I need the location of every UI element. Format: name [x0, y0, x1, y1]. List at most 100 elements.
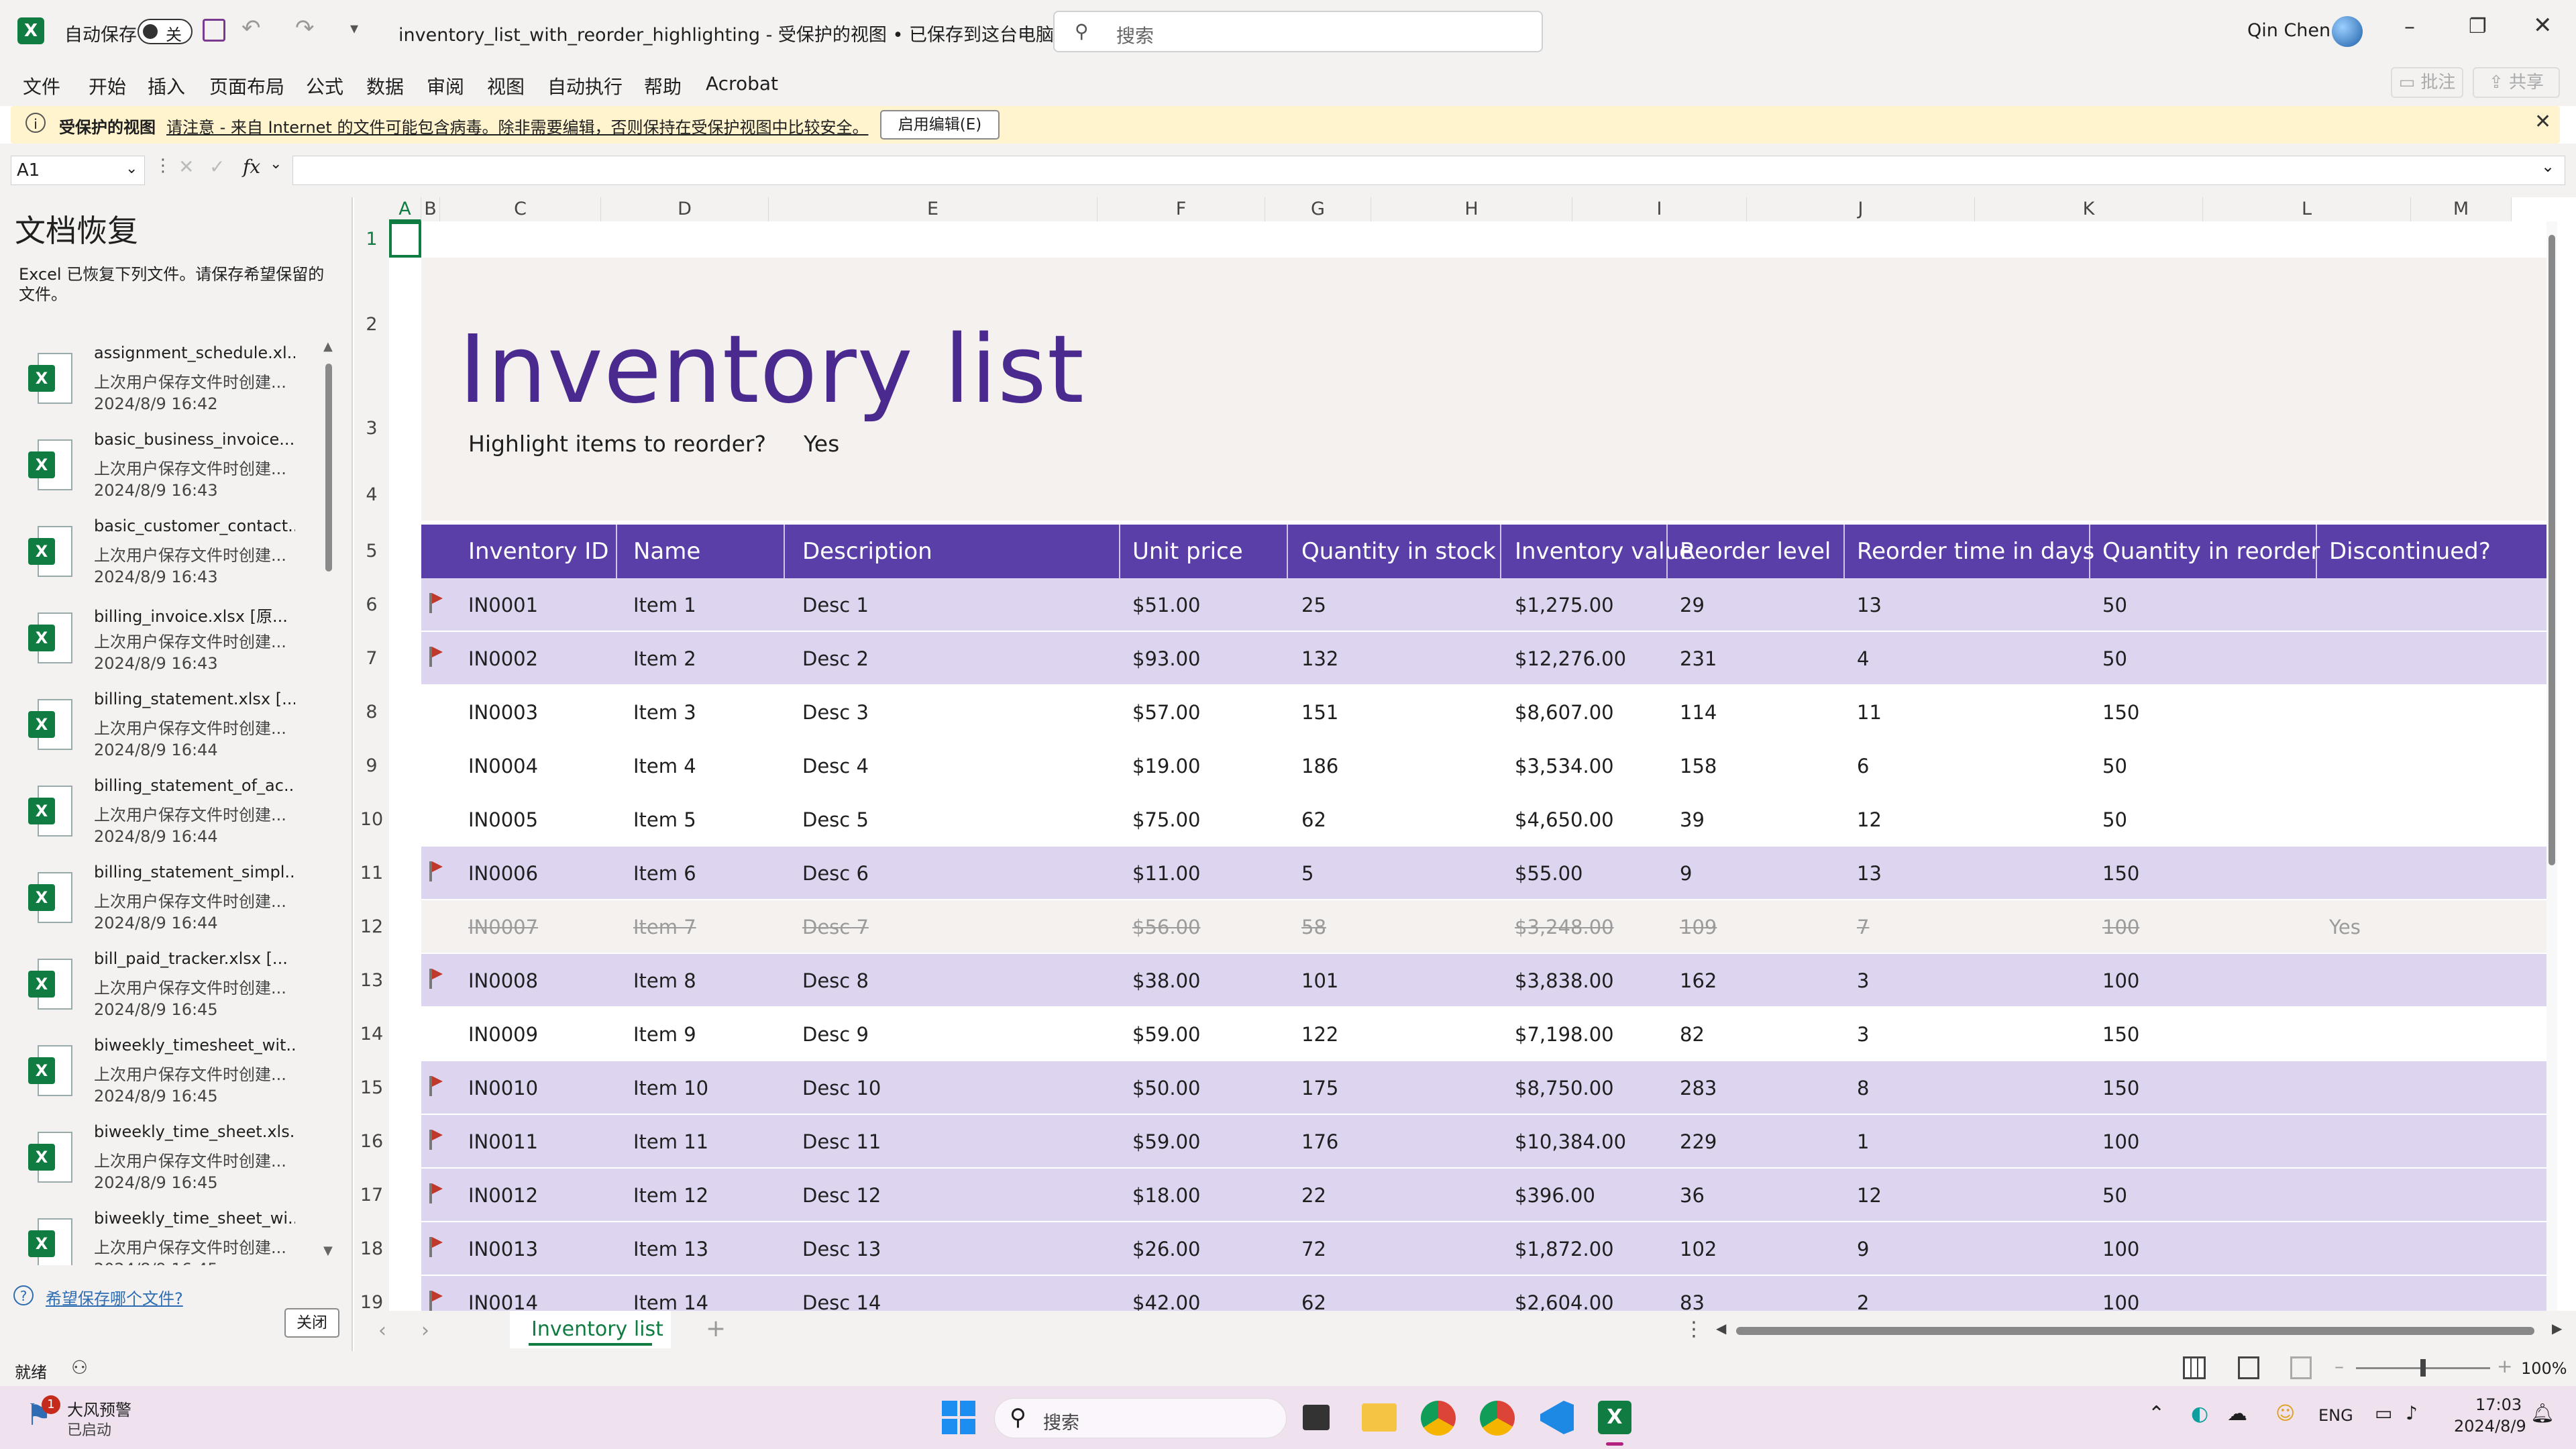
table-cell[interactable]: Item 7	[633, 900, 696, 954]
table-cell[interactable]: Item 10	[633, 1061, 708, 1115]
table-cell[interactable]: 62	[1301, 1276, 1326, 1311]
sheet-tab-inventory-list[interactable]: Inventory list	[510, 1311, 671, 1348]
recovery-item[interactable]: Xbiweekly_time_sheet.xls... 上次用户保存文件时创建..…	[0, 1118, 335, 1205]
table-cell[interactable]: IN0010	[468, 1061, 538, 1115]
table-row[interactable]	[421, 1061, 2557, 1115]
column-title[interactable]: Unit price	[1132, 525, 1243, 578]
table-cell[interactable]: 12	[1857, 793, 1882, 847]
row-header[interactable]: 18	[354, 1222, 389, 1276]
table-cell[interactable]: $8,750.00	[1515, 1061, 1614, 1115]
column-title[interactable]: Quantity in reorder	[2102, 525, 2320, 578]
table-cell[interactable]: 12	[1857, 1169, 1882, 1222]
table-cell[interactable]: $3,838.00	[1515, 954, 1614, 1008]
table-cell[interactable]: Item 13	[633, 1222, 708, 1276]
table-row[interactable]	[421, 1276, 2557, 1311]
customize-qat-icon[interactable]: ▾	[350, 19, 358, 38]
expand-formula-icon[interactable]: ⌄	[2541, 157, 2555, 176]
table-row[interactable]	[421, 686, 2557, 739]
redo-icon[interactable]: ↷	[295, 15, 315, 42]
table-cell[interactable]: 122	[1301, 1008, 1338, 1061]
table-cell[interactable]: Item 2	[633, 632, 696, 686]
table-cell[interactable]: 13	[1857, 578, 1882, 632]
table-cell[interactable]: $56.00	[1132, 900, 1200, 954]
zoom-slider[interactable]	[2356, 1359, 2490, 1377]
row-header[interactable]: 17	[354, 1169, 389, 1222]
table-cell[interactable]: 109	[1680, 900, 1717, 954]
table-cell[interactable]: Item 9	[633, 1008, 696, 1061]
table-cell[interactable]: IN0002	[468, 632, 538, 686]
column-header[interactable]: K	[1975, 197, 2203, 221]
table-row[interactable]	[421, 632, 2557, 686]
table-cell[interactable]: Item 4	[633, 739, 696, 793]
menu-home[interactable]: 开始	[89, 72, 126, 99]
table-row[interactable]	[421, 1008, 2557, 1061]
table-cell[interactable]: Item 3	[633, 686, 696, 739]
name-box[interactable]: A1 ⌄	[11, 156, 145, 185]
table-cell[interactable]: Desc 11	[802, 1115, 881, 1169]
protected-view-message[interactable]: 请注意 - 来自 Internet 的文件可能包含病毒。除非需要编辑，否则保持在…	[166, 114, 868, 138]
table-cell[interactable]: 36	[1680, 1169, 1705, 1222]
task-view-icon[interactable]	[1303, 1405, 1330, 1430]
table-cell[interactable]: $10,384.00	[1515, 1115, 1626, 1169]
recovery-close-button[interactable]: 关闭	[284, 1308, 339, 1338]
scroll-right-icon[interactable]: ▶	[2552, 1320, 2562, 1336]
table-cell[interactable]: Desc 13	[802, 1222, 881, 1276]
column-header[interactable]: L	[2203, 197, 2411, 221]
help-link[interactable]: 希望保存哪个文件?	[46, 1285, 183, 1309]
table-cell[interactable]: $396.00	[1515, 1169, 1595, 1222]
table-cell[interactable]: $75.00	[1132, 793, 1200, 847]
add-sheet-icon[interactable]: +	[706, 1315, 726, 1342]
column-header[interactable]: F	[1097, 197, 1265, 221]
close-icon[interactable]: ✕	[2533, 12, 2553, 39]
table-row[interactable]	[421, 578, 2557, 632]
table-cell[interactable]: $26.00	[1132, 1222, 1200, 1276]
table-cell[interactable]: Item 1	[633, 578, 696, 632]
row-header[interactable]: 6	[354, 578, 389, 632]
table-cell[interactable]: 62	[1301, 793, 1326, 847]
table-cell[interactable]: 8	[1857, 1061, 1869, 1115]
table-cell[interactable]: 9	[1680, 847, 1692, 900]
table-cell[interactable]: 151	[1301, 686, 1338, 739]
row-header[interactable]: 4	[354, 466, 389, 525]
table-cell[interactable]: $1,275.00	[1515, 578, 1614, 632]
table-cell[interactable]: IN0004	[468, 739, 538, 793]
table-cell[interactable]: Desc 12	[802, 1169, 881, 1222]
excel-taskbar-icon[interactable]: X	[1598, 1401, 1631, 1434]
table-cell[interactable]: $3,248.00	[1515, 900, 1614, 954]
clock-date[interactable]: 2024/8/9	[2454, 1417, 2526, 1436]
vscode-icon[interactable]	[1540, 1401, 1574, 1434]
table-cell[interactable]: $57.00	[1132, 686, 1200, 739]
notification-bell-icon[interactable]: 🔔︎	[2530, 1402, 2555, 1424]
table-cell[interactable]: 101	[1301, 954, 1338, 1008]
menu-file[interactable]: 文件	[23, 72, 60, 99]
table-cell[interactable]: IN0008	[468, 954, 538, 1008]
table-row[interactable]	[421, 1115, 2557, 1169]
table-cell[interactable]: Item 8	[633, 954, 696, 1008]
share-button[interactable]: ⇪ 共享	[2473, 67, 2560, 98]
recovery-item[interactable]: Xbilling_statement.xlsx [... 上次用户保存文件时创建.…	[0, 686, 335, 772]
table-cell[interactable]: 100	[2102, 954, 2139, 1008]
user-name[interactable]: Qin Chen	[2247, 20, 2330, 41]
scrollbar[interactable]: ▲ ▼	[323, 339, 334, 1271]
row-header[interactable]: 1	[354, 221, 389, 258]
table-cell[interactable]: 6	[1857, 739, 1869, 793]
table-cell[interactable]: 1	[1857, 1115, 1869, 1169]
table-cell[interactable]: Desc 1	[802, 578, 869, 632]
active-cell[interactable]	[389, 221, 421, 258]
table-cell[interactable]: 150	[2102, 686, 2139, 739]
minimize-icon[interactable]: –	[2404, 13, 2415, 39]
table-cell[interactable]: 9	[1857, 1222, 1869, 1276]
highlight-value[interactable]: Yes	[804, 431, 839, 457]
weather-widget[interactable]: ⚑ 1 大风预警 已启动	[25, 1395, 160, 1440]
table-cell[interactable]: 58	[1301, 900, 1326, 954]
menu-insert[interactable]: 插入	[148, 72, 185, 99]
column-title[interactable]: Discontinued?	[2329, 525, 2491, 578]
table-cell[interactable]: 11	[1857, 686, 1882, 739]
chrome-profile-icon[interactable]	[1480, 1401, 1515, 1436]
chrome-icon[interactable]	[1421, 1401, 1456, 1436]
table-cell[interactable]: 29	[1680, 578, 1705, 632]
recovery-item[interactable]: Xbiweekly_timesheet_wit... 上次用户保存文件时创建...…	[0, 1032, 335, 1118]
table-cell[interactable]: $4,650.00	[1515, 793, 1614, 847]
table-row[interactable]	[421, 900, 2557, 954]
tray-app-icon[interactable]: ◐	[2191, 1402, 2208, 1426]
